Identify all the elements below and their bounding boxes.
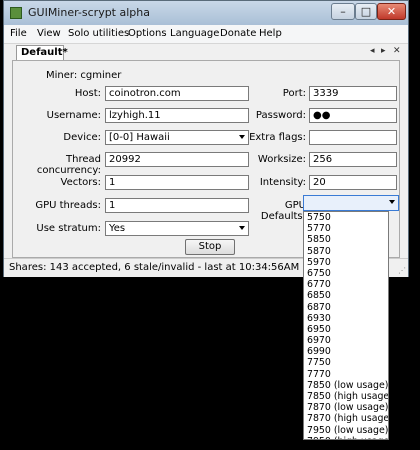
thread-concurrency-label: Thread concurrency: [36, 154, 101, 176]
intensity-input[interactable]: 20 [309, 175, 397, 190]
menu-file[interactable]: File [10, 28, 27, 39]
menu-language[interactable]: Language [170, 28, 219, 39]
gpu-defaults-option[interactable]: 5750 [304, 212, 388, 223]
port-input[interactable]: 3339 [309, 86, 397, 101]
status-text: Shares: 143 accepted, 6 stale/invalid - … [9, 262, 300, 273]
device-label: Device: [63, 132, 101, 143]
tab-bar: Default* ◂ ▸ ✕ [4, 43, 408, 61]
menu-donate[interactable]: Donate [220, 28, 256, 39]
intensity-label: Intensity: [259, 177, 306, 188]
gpu-defaults-option[interactable]: 5870 [304, 246, 388, 257]
extra-flags-label: Extra flags: [249, 132, 306, 143]
gpu-threads-label: GPU threads: [35, 200, 101, 211]
gpu-defaults-option[interactable]: 7870 (high usage) [304, 413, 388, 424]
chevron-down-icon [239, 135, 245, 139]
port-label: Port: [282, 88, 306, 99]
menu-help[interactable]: Help [259, 28, 282, 39]
vectors-label: Vectors: [60, 177, 101, 188]
chevron-down-icon [389, 200, 395, 204]
window-title: GUIMiner-scrypt alpha [28, 6, 150, 19]
host-input[interactable]: coinotron.com [105, 86, 249, 101]
password-input[interactable]: ●● [309, 108, 397, 123]
gpu-defaults-label: GPU Defaults: [260, 200, 306, 222]
gpu-defaults-option[interactable]: 7870 (low usage) [304, 402, 388, 413]
gpu-defaults-option[interactable]: 6770 [304, 279, 388, 290]
use-stratum-label: Use stratum: [36, 223, 101, 234]
tab-close-icon[interactable]: ✕ [393, 46, 401, 56]
host-label: Host: [74, 88, 101, 99]
tab-default[interactable]: Default* [16, 45, 68, 61]
use-stratum-value: Yes [109, 223, 126, 234]
gpu-defaults-dropdown-list[interactable]: 5750 5770 5850 5870 5970 6750 6770 6850 6870 6930… [303, 211, 389, 440]
miner-label: Miner: cgminer [46, 70, 122, 81]
gpu-defaults-option[interactable]: 7850 (high usage) [304, 391, 388, 402]
thread-concurrency-input[interactable]: 20992 [105, 152, 249, 167]
username-label: Username: [46, 110, 101, 121]
device-select[interactable]: [0-0] Hawaii [105, 130, 249, 145]
title-bar[interactable]: GUIMiner-scrypt alpha – □ ✕ [4, 1, 408, 25]
gpu-defaults-option[interactable]: 5770 [304, 223, 388, 234]
gpu-defaults-option[interactable]: 6970 [304, 335, 388, 346]
menu-bar: File View Solo utilities Options Languag… [4, 25, 408, 44]
device-value: [0-0] Hawaii [109, 132, 170, 143]
gpu-defaults-option[interactable]: 6750 [304, 268, 388, 279]
gpu-defaults-option[interactable]: 6950 [304, 324, 388, 335]
close-button[interactable]: ✕ [377, 3, 406, 20]
tab-next-icon[interactable]: ▸ [381, 46, 386, 56]
gpu-defaults-option[interactable]: 6930 [304, 313, 388, 324]
chevron-down-icon [239, 226, 245, 230]
gpu-defaults-option[interactable]: 7950 (high usage) [304, 436, 388, 439]
app-icon [10, 7, 22, 19]
menu-view[interactable]: View [37, 28, 61, 39]
gpu-defaults-option[interactable]: 6990 [304, 346, 388, 357]
tab-prev-icon[interactable]: ◂ [370, 46, 375, 56]
menu-solo-utilities[interactable]: Solo utilities [68, 28, 129, 39]
gpu-defaults-option[interactable]: 6850 [304, 290, 388, 301]
vectors-input[interactable]: 1 [105, 175, 249, 190]
username-input[interactable]: lzyhigh.11 [105, 108, 249, 123]
worksize-input[interactable]: 256 [309, 152, 397, 167]
use-stratum-select[interactable]: Yes [105, 221, 249, 236]
gpu-defaults-option[interactable]: 5970 [304, 257, 388, 268]
gpu-defaults-option[interactable]: 7750 [304, 357, 388, 368]
gpu-defaults-select[interactable] [303, 195, 399, 211]
password-label: Password: [255, 110, 306, 121]
resize-grip-icon[interactable]: ⋰ [398, 266, 406, 275]
gpu-defaults-option[interactable]: 6870 [304, 302, 388, 313]
gpu-defaults-option[interactable]: 5850 [304, 234, 388, 245]
gpu-defaults-option[interactable]: 7950 (low usage) [304, 425, 388, 436]
maximize-button[interactable]: □ [355, 3, 377, 20]
stop-button[interactable]: Stop [185, 239, 235, 255]
minimize-button[interactable]: – [331, 3, 355, 20]
gpu-defaults-option[interactable]: 7850 (low usage) [304, 380, 388, 391]
gpu-defaults-option[interactable]: 7770 [304, 369, 388, 380]
extra-flags-input[interactable] [309, 130, 397, 145]
worksize-label: Worksize: [257, 154, 306, 165]
menu-options[interactable]: Options [128, 28, 167, 39]
gpu-threads-input[interactable]: 1 [105, 198, 249, 213]
